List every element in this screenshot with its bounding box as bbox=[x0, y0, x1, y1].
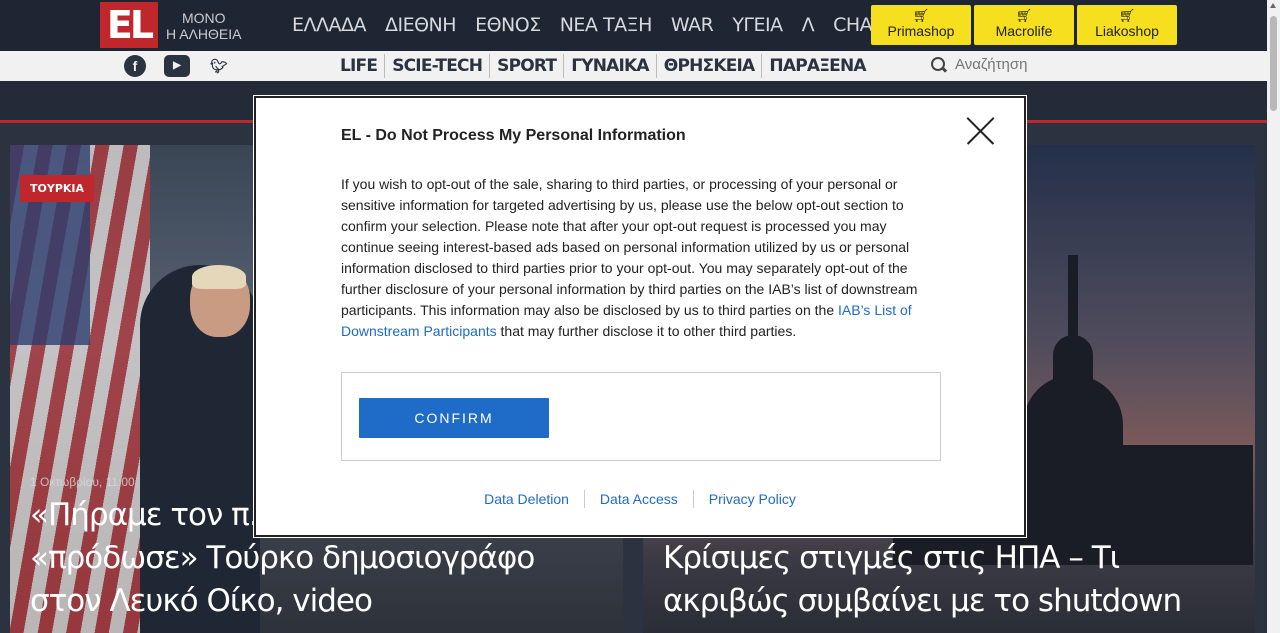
shop-label: Macrolife bbox=[995, 23, 1053, 39]
search-box bbox=[930, 56, 1115, 73]
nav-item-ellada[interactable]: ΕΛΛΑΔΑ bbox=[292, 13, 367, 37]
modal-body-text: If you wish to opt-out of the sale, shar… bbox=[341, 176, 918, 318]
site-logo[interactable]: EL bbox=[100, 2, 158, 48]
shop-button-macrolife[interactable]: 🛒︎ Macrolife bbox=[974, 5, 1074, 45]
nav-item-sport[interactable]: SPORT bbox=[489, 54, 563, 78]
modal-body: If you wish to opt-out of the sale, shar… bbox=[341, 174, 931, 342]
logo-tagline: ΜΟΝΟ Η ΑΛΗΘΕΙΑ bbox=[166, 10, 241, 42]
youtube-icon[interactable]: ▶ bbox=[164, 55, 190, 77]
social-links: f ▶ 🐦︎ bbox=[124, 55, 230, 77]
close-icon[interactable] bbox=[967, 117, 995, 145]
confirm-button[interactable]: CONFIRM bbox=[359, 398, 549, 438]
search-icon[interactable] bbox=[930, 56, 947, 73]
modal-footer-links: Data Deletion Data Access Privacy Policy bbox=[256, 490, 1024, 508]
data-deletion-link[interactable]: Data Deletion bbox=[469, 490, 584, 508]
shop-label: Liakoshop bbox=[1095, 23, 1159, 39]
main-nav: ΕΛΛΑΔΑ ΔΙΕΘΝΗ ΕΘΝΟΣ ΝΕΑ ΤΑΞΗ WAR ΥΓΕΙΑ Λ… bbox=[292, 13, 882, 37]
privacy-modal: EL - Do Not Process My Personal Informat… bbox=[253, 95, 1027, 538]
shop-buttons: 🛒︎ Primashop 🛒︎ Macrolife 🛒︎ Liakoshop bbox=[871, 5, 1177, 45]
nav-item-scie-tech[interactable]: SCIE-TECH bbox=[384, 54, 489, 78]
modal-body-text-end: that may further disclose it to other th… bbox=[496, 323, 797, 339]
cart-icon: 🛒︎ bbox=[1015, 8, 1033, 23]
shop-button-primashop[interactable]: 🛒︎ Primashop bbox=[871, 5, 971, 45]
data-access-link[interactable]: Data Access bbox=[583, 490, 693, 508]
modal-title: EL - Do Not Process My Personal Informat… bbox=[341, 127, 686, 144]
shop-label: Primashop bbox=[887, 23, 955, 39]
top-header: EL ΜΟΝΟ Η ΑΛΗΘΕΙΑ ΕΛΛΑΔΑ ΔΙΕΘΝΗ ΕΘΝΟΣ ΝΕ… bbox=[0, 0, 1267, 51]
nav-item-life[interactable]: LIFE bbox=[340, 54, 384, 78]
cart-icon: 🛒︎ bbox=[912, 8, 930, 23]
nav-item-war[interactable]: WAR bbox=[671, 13, 714, 37]
nav-item-thriskeia[interactable]: ΘΡΗΣΚΕΙΑ bbox=[655, 54, 762, 78]
nav-item-diethni[interactable]: ΔΙΕΘΝΗ bbox=[385, 13, 457, 37]
scroll-up-arrow-icon[interactable] bbox=[1270, 3, 1276, 8]
capitol-silhouette bbox=[893, 255, 1253, 565]
secondary-nav: LIFE SCIE-TECH SPORT ΓΥΝΑΙΚΑ ΘΡΗΣΚΕΙΑ ΠΑ… bbox=[340, 54, 873, 78]
privacy-policy-link[interactable]: Privacy Policy bbox=[692, 490, 811, 508]
search-input[interactable] bbox=[955, 56, 1115, 73]
opt-out-section: CONFIRM bbox=[341, 372, 941, 461]
nav-item-lambda[interactable]: Λ bbox=[802, 13, 815, 37]
nav-item-ygeia[interactable]: ΥΓΕΙΑ bbox=[732, 13, 783, 37]
page-scrollbar[interactable] bbox=[1267, 0, 1280, 633]
article-headline[interactable]: Κρίσιμες στιγμές στις ΗΠΑ – Τι ακριβώς σ… bbox=[663, 537, 1235, 623]
tagline-line-1: ΜΟΝΟ bbox=[182, 10, 226, 26]
twitter-icon[interactable]: 🐦︎ bbox=[208, 55, 230, 77]
nav-item-nea-taxi[interactable]: ΝΕΑ ΤΑΞΗ bbox=[560, 13, 653, 37]
shop-button-liakoshop[interactable]: 🛒︎ Liakoshop bbox=[1077, 5, 1177, 45]
nav-item-paraxena[interactable]: ΠΑΡΑΞΕΝΑ bbox=[761, 54, 872, 78]
secondary-bar: f ▶ 🐦︎ LIFE SCIE-TECH SPORT ΓΥΝΑΙΚΑ ΘΡΗΣ… bbox=[0, 51, 1267, 81]
article-date: 1 Οκτωβρίου, 11:00 bbox=[30, 475, 135, 489]
tagline-line-2: Η ΑΛΗΘΕΙΑ bbox=[166, 26, 242, 42]
nav-item-ethnos[interactable]: ΕΘΝΟΣ bbox=[475, 13, 541, 37]
person-hair bbox=[192, 265, 246, 289]
cart-icon: 🛒︎ bbox=[1118, 8, 1136, 23]
category-badge[interactable]: ΤΟΥΡΚΙΑ bbox=[20, 175, 95, 202]
nav-item-gynaika[interactable]: ΓΥΝΑΙΚΑ bbox=[563, 54, 656, 78]
scrollbar-thumb[interactable] bbox=[1270, 16, 1277, 111]
facebook-icon[interactable]: f bbox=[124, 55, 146, 77]
